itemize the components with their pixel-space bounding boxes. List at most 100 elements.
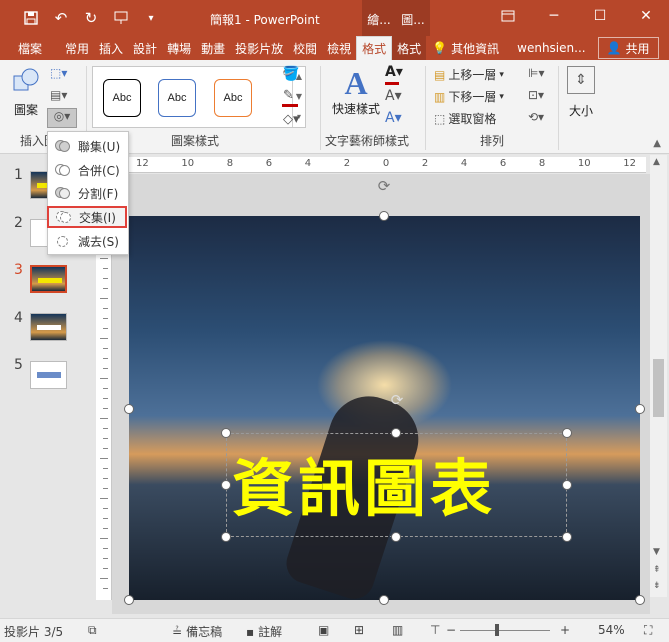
- bring-forward-label: 上移一層: [448, 68, 497, 82]
- ruler-tick: [100, 578, 108, 579]
- customize-icon[interactable]: ▾: [140, 8, 162, 28]
- style-swatch-black[interactable]: Abc: [103, 79, 141, 117]
- zoom-level[interactable]: 54%: [598, 623, 625, 637]
- scroll-down-icon[interactable]: ▼: [653, 547, 660, 557]
- picture-resize-handle[interactable]: [124, 404, 134, 414]
- group-icon[interactable]: ⊡▾: [528, 88, 544, 102]
- text-box-icon[interactable]: ▤▾: [50, 88, 74, 106]
- textbox-resize-handle[interactable]: [221, 480, 231, 490]
- user-name[interactable]: wenhsien...: [517, 41, 585, 55]
- picture-resize-handle[interactable]: [379, 595, 389, 605]
- picture-resize-handle[interactable]: [124, 595, 134, 605]
- scroll-thumb[interactable]: [653, 359, 664, 417]
- fit-slide-icon[interactable]: ⛶: [644, 623, 652, 638]
- menu-item-intersect[interactable]: 交集(I): [47, 206, 127, 228]
- tab-file[interactable]: 檔案: [0, 36, 60, 60]
- share-button[interactable]: 👤 共用: [597, 37, 659, 59]
- tab-format-drawing[interactable]: 格式: [356, 36, 393, 60]
- zoom-in-icon[interactable]: +: [560, 623, 570, 637]
- ruler-tick: [103, 468, 108, 469]
- style-swatch-orange[interactable]: Abc: [214, 79, 252, 117]
- ruler-tick: [103, 438, 108, 439]
- lightbulb-icon: 💡: [432, 41, 448, 55]
- spell-check-icon[interactable]: ⧉: [88, 623, 97, 638]
- zoom-slider-track[interactable]: [460, 630, 550, 631]
- selection-pane-button[interactable]: ⬚ 選取窗格: [434, 110, 496, 127]
- align-icon[interactable]: ⊫▾: [528, 66, 544, 80]
- previous-slide-icon[interactable]: ⇞: [653, 565, 661, 575]
- tab-insert[interactable]: 插入: [94, 36, 128, 60]
- save-icon[interactable]: [20, 8, 42, 28]
- redo-icon[interactable]: ↻: [80, 8, 102, 28]
- zoom-slider-knob[interactable]: [495, 624, 499, 636]
- notes-button[interactable]: ≟ 備忘稿: [172, 623, 222, 640]
- ruler-tick: [100, 418, 108, 419]
- collapse-ribbon-icon[interactable]: ▲: [653, 138, 661, 149]
- textbox-resize-handle[interactable]: [391, 532, 401, 542]
- menu-item-fragment[interactable]: 分割(F): [48, 182, 128, 204]
- present-icon[interactable]: [110, 8, 132, 28]
- close-icon[interactable]: ✕: [623, 0, 669, 32]
- quick-styles-button[interactable]: A 快速樣式: [330, 66, 382, 117]
- size-button[interactable]: ⇕ 大小: [566, 66, 596, 119]
- picture-resize-handle[interactable]: [635, 404, 645, 414]
- tell-me-search[interactable]: 💡 其他資訊: [432, 40, 499, 57]
- text-fill-icon[interactable]: A▾: [385, 64, 403, 80]
- rotate-icon[interactable]: ⟲▾: [528, 110, 544, 124]
- style-swatch-blue[interactable]: Abc: [158, 79, 196, 117]
- menu-item-subtract[interactable]: 減去(S): [48, 230, 128, 252]
- vertical-scrollbar[interactable]: ▲ ▼ ⇞ ⇟: [650, 155, 667, 597]
- shape-outline-icon[interactable]: ✎: [283, 88, 294, 103]
- picture-resize-handle[interactable]: [379, 211, 389, 221]
- minimize-icon[interactable]: ─: [531, 0, 577, 32]
- textbox-resize-handle[interactable]: [562, 428, 572, 438]
- picture-resize-handle[interactable]: [635, 595, 645, 605]
- menu-item-union[interactable]: 聯集(U): [48, 135, 128, 157]
- tab-view[interactable]: 檢視: [322, 36, 356, 60]
- textbox-resize-handle[interactable]: [221, 428, 231, 438]
- comments-button[interactable]: ▪ 註解: [246, 623, 282, 640]
- tab-home[interactable]: 常用: [60, 36, 94, 60]
- scroll-up-icon[interactable]: ▲: [653, 157, 660, 167]
- shape-fill-icon[interactable]: 🪣: [282, 66, 299, 82]
- tab-slideshow[interactable]: 投影片放: [230, 36, 288, 60]
- picture-rotate-handle[interactable]: ⟳: [376, 178, 392, 194]
- textbox-rotate-handle[interactable]: ⟳: [389, 392, 405, 408]
- shapes-button[interactable]: 圖案: [10, 66, 42, 122]
- textbox-resize-handle[interactable]: [562, 480, 572, 490]
- send-backward-button[interactable]: ▥ 下移一層 ▾: [434, 88, 504, 105]
- slide-sorter-icon[interactable]: ⊞: [354, 623, 364, 637]
- slide-thumbnail-4[interactable]: [30, 313, 67, 341]
- text-effects-icon[interactable]: A▾: [385, 110, 402, 126]
- slide-thumbnail-3[interactable]: [30, 265, 67, 293]
- maximize-icon[interactable]: ☐: [577, 0, 623, 32]
- ruler-tick: [103, 448, 108, 449]
- ruler-label: 10: [181, 158, 195, 169]
- undo-icon[interactable]: ↶: [50, 8, 72, 28]
- textbox-resize-handle[interactable]: [221, 532, 231, 542]
- ribbon-display-icon[interactable]: [485, 0, 531, 32]
- ruler-label: 12: [136, 158, 149, 169]
- slideshow-icon[interactable]: ⊤: [430, 623, 440, 637]
- textbox-resize-handle[interactable]: [391, 428, 401, 438]
- edit-shape-icon[interactable]: ⬚▾: [50, 66, 74, 84]
- shape-effects-icon[interactable]: ◇▾: [283, 112, 300, 127]
- normal-view-icon[interactable]: ▣: [318, 623, 329, 637]
- menu-item-combine[interactable]: 合併(C): [48, 159, 128, 181]
- tab-design[interactable]: 設計: [128, 36, 162, 60]
- slide-title-text[interactable]: 資訊圖表: [232, 450, 562, 528]
- next-slide-icon[interactable]: ⇟: [653, 581, 661, 591]
- tab-review[interactable]: 校閱: [288, 36, 322, 60]
- tab-animations[interactable]: 動畫: [196, 36, 230, 60]
- slide-counter: 投影片 3/5: [4, 625, 64, 639]
- merge-shapes-icon[interactable]: ◎▾: [47, 108, 77, 128]
- tab-format-picture[interactable]: 格式: [392, 36, 427, 60]
- text-outline-icon[interactable]: A▾: [385, 88, 402, 104]
- bring-forward-button[interactable]: ▤ 上移一層 ▾: [434, 66, 504, 83]
- zoom-out-icon[interactable]: −: [446, 623, 456, 637]
- reading-view-icon[interactable]: ▥: [392, 623, 403, 637]
- slide-thumbnail-5[interactable]: [30, 361, 67, 389]
- ruler-tick: [103, 288, 108, 289]
- textbox-resize-handle[interactable]: [562, 532, 572, 542]
- tab-transitions[interactable]: 轉場: [162, 36, 196, 60]
